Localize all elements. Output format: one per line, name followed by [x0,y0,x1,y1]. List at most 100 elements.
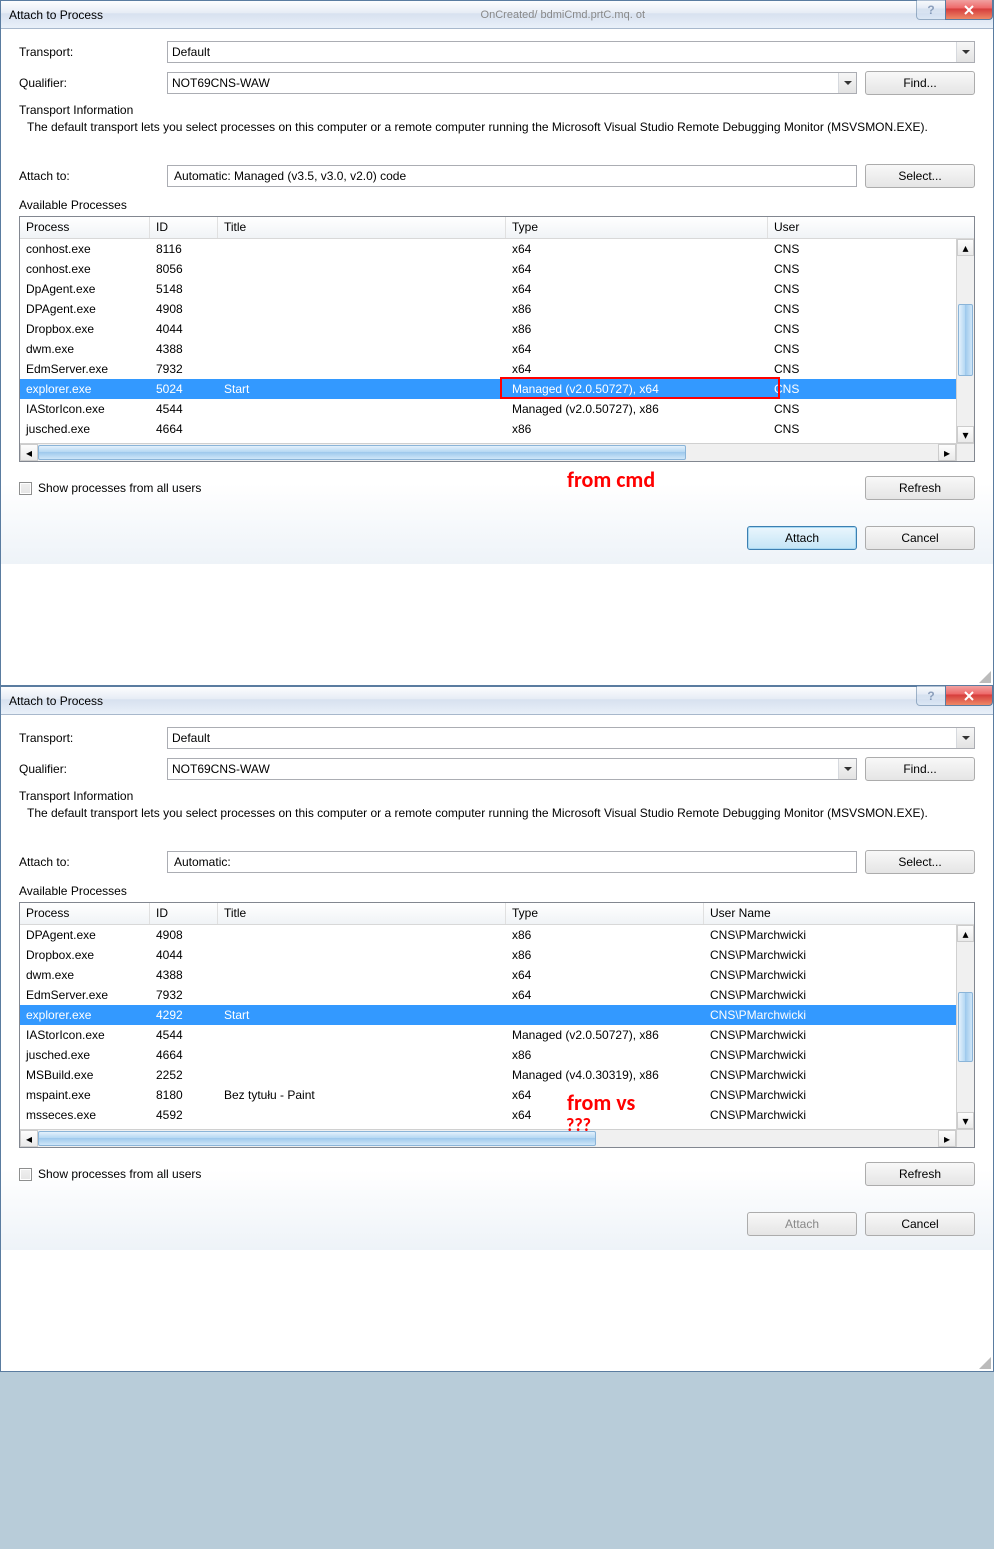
table-row[interactable]: msseces.exe4592x64CNS\PMarchwicki [20,1105,974,1125]
cell-id: 4292 [150,1007,218,1023]
show-all-users-checkbox[interactable] [19,1168,32,1181]
titlebar[interactable]: Attach to Process OnCreated/ bdmiCmd.prt… [1,1,993,29]
help-button[interactable]: ? [916,0,946,20]
transport-info-title: Transport Information [19,103,975,117]
scroll-left-icon[interactable]: ◂ [20,1130,38,1147]
chevron-down-icon[interactable] [838,759,856,779]
help-button[interactable]: ? [916,686,946,706]
table-row[interactable]: IAStorIcon.exe4544Managed (v2.0.50727), … [20,399,974,419]
qualifier-combo[interactable]: NOT69CNS-WAW [167,758,857,780]
cell-user: CNS [768,401,816,417]
col-user[interactable]: User [768,217,816,238]
cell-title [218,994,506,996]
close-button[interactable] [945,686,993,706]
cell-title [218,268,506,270]
horizontal-scrollbar[interactable]: ◂ ▸ [20,1129,956,1147]
table-row[interactable]: DpAgent.exe5148x64CNS [20,279,974,299]
col-title[interactable]: Title [218,903,506,924]
refresh-button[interactable]: Refresh [865,1162,975,1186]
select-button[interactable]: Select... [865,164,975,188]
table-row[interactable]: dwm.exe4388x64CNS [20,339,974,359]
titlebar[interactable]: Attach to Process ? [1,687,993,715]
qualifier-combo[interactable]: NOT69CNS-WAW [167,72,857,94]
table-row[interactable]: jusched.exe4664x86CNS\PMarchwicki [20,1045,974,1065]
close-icon [963,691,975,701]
vertical-scrollbar[interactable]: ▴ ▾ [956,925,974,1129]
table-row[interactable]: MSBuild.exe2252Managed (v4.0.30319), x86… [20,1065,974,1085]
table-row[interactable]: Dropbox.exe4044x86CNS [20,319,974,339]
find-button[interactable]: Find... [865,71,975,95]
process-list[interactable]: Process ID Title Type User Name DPAgent.… [19,902,975,1148]
cell-user: CNS\PMarchwicki [704,967,814,983]
refresh-button[interactable]: Refresh [865,476,975,500]
cell-id: 5148 [150,281,218,297]
find-button[interactable]: Find... [865,757,975,781]
cancel-button[interactable]: Cancel [865,526,975,550]
table-row[interactable]: mspaint.exe8180Bez tytułu - Paintx64CNS\… [20,1085,974,1105]
col-type[interactable]: Type [506,217,768,238]
scroll-down-icon[interactable]: ▾ [957,426,974,443]
table-row[interactable]: EdmServer.exe7932x64CNS [20,359,974,379]
cell-process: conhost.exe [20,241,150,257]
chevron-down-icon[interactable] [956,42,974,62]
process-list-body[interactable]: conhost.exe8116x64CNSconhost.exe8056x64C… [20,239,974,445]
process-list-header[interactable]: Process ID Title Type User [20,217,974,239]
table-row[interactable]: EdmServer.exe7932x64CNS\PMarchwicki [20,985,974,1005]
cell-user: CNS\PMarchwicki [704,1007,814,1023]
cell-type: x86 [506,301,768,317]
chevron-down-icon[interactable] [956,728,974,748]
table-row[interactable]: dwm.exe4388x64CNS\PMarchwicki [20,965,974,985]
resize-grip[interactable] [979,1357,991,1369]
col-type[interactable]: Type [506,903,704,924]
col-user[interactable]: User Name [704,903,814,924]
col-id[interactable]: ID [150,217,218,238]
transport-combo[interactable]: Default [167,41,975,63]
cell-type [506,1014,704,1016]
resize-grip[interactable] [979,671,991,683]
window-title: Attach to Process [5,8,103,22]
attach-button[interactable]: Attach [747,526,857,550]
cell-user: CNS [768,241,816,257]
vertical-scrollbar[interactable]: ▴ ▾ [956,239,974,443]
table-row[interactable]: explorer.exe4292StartCNS\PMarchwicki [20,1005,974,1025]
scroll-up-icon[interactable]: ▴ [957,925,974,942]
table-row[interactable]: conhost.exe8116x64CNS [20,239,974,259]
table-row[interactable]: jusched.exe4664x86CNS [20,419,974,439]
process-list-body[interactable]: DPAgent.exe4908x86CNS\PMarchwickiDropbox… [20,925,974,1131]
process-list-header[interactable]: Process ID Title Type User Name [20,903,974,925]
cell-id: 4544 [150,1027,218,1043]
scroll-up-icon[interactable]: ▴ [957,239,974,256]
table-row[interactable]: Dropbox.exe4044x86CNS\PMarchwicki [20,945,974,965]
show-all-users-label: Show processes from all users [38,481,201,495]
col-process[interactable]: Process [20,217,150,238]
background-window-text: OnCreated/ bdmiCmd.prtC.mq. ot [481,9,645,21]
table-row[interactable]: DPAgent.exe4908x86CNS\PMarchwicki [20,925,974,945]
col-title[interactable]: Title [218,217,506,238]
scroll-left-icon[interactable]: ◂ [20,444,38,461]
table-row[interactable]: DPAgent.exe4908x86CNS [20,299,974,319]
table-row[interactable]: conhost.exe8056x64CNS [20,259,974,279]
col-process[interactable]: Process [20,903,150,924]
show-all-users-checkbox[interactable] [19,482,32,495]
cancel-button[interactable]: Cancel [865,1212,975,1236]
col-id[interactable]: ID [150,903,218,924]
attach-to-label: Attach to: [19,855,159,869]
chevron-down-icon[interactable] [838,73,856,93]
cell-process: jusched.exe [20,1047,150,1063]
close-button[interactable] [945,0,993,20]
scroll-right-icon[interactable]: ▸ [938,1130,956,1147]
transport-combo[interactable]: Default [167,727,975,749]
window-title: Attach to Process [5,694,103,708]
attach-button[interactable]: Attach [747,1212,857,1236]
cell-id: 7932 [150,361,218,377]
scroll-down-icon[interactable]: ▾ [957,1112,974,1129]
select-button[interactable]: Select... [865,850,975,874]
horizontal-scrollbar[interactable]: ◂ ▸ [20,443,956,461]
table-row[interactable]: IAStorIcon.exe4544Managed (v2.0.50727), … [20,1025,974,1045]
cell-id: 7932 [150,987,218,1003]
table-row[interactable]: explorer.exe5024StartManaged (v2.0.50727… [20,379,974,399]
scroll-right-icon[interactable]: ▸ [938,444,956,461]
process-list[interactable]: Process ID Title Type User conhost.exe81… [19,216,975,462]
qualifier-label: Qualifier: [19,762,159,776]
cell-user: CNS\PMarchwicki [704,1107,814,1123]
